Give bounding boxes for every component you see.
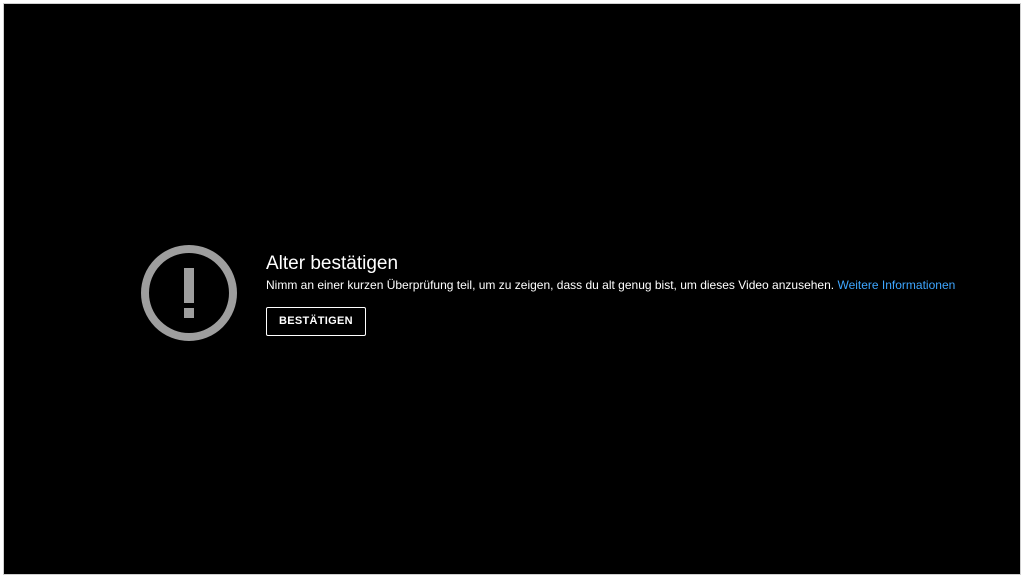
exclamation-circle-icon — [141, 245, 237, 341]
age-gate-message-text: Nimm an einer kurzen Überprüfung teil, u… — [266, 278, 835, 292]
video-player-frame: Alter bestätigen Nimm an einer kurzen Üb… — [3, 3, 1021, 575]
age-gate-message: Nimm an einer kurzen Überprüfung teil, u… — [266, 278, 1006, 293]
age-gate-title: Alter bestätigen — [266, 253, 399, 274]
confirm-age-button[interactable]: BESTÄTIGEN — [266, 307, 366, 336]
age-gate-content: Alter bestätigen Nimm an einer kurzen Üb… — [266, 253, 1006, 336]
learn-more-link[interactable]: Weitere Informationen — [837, 278, 955, 292]
